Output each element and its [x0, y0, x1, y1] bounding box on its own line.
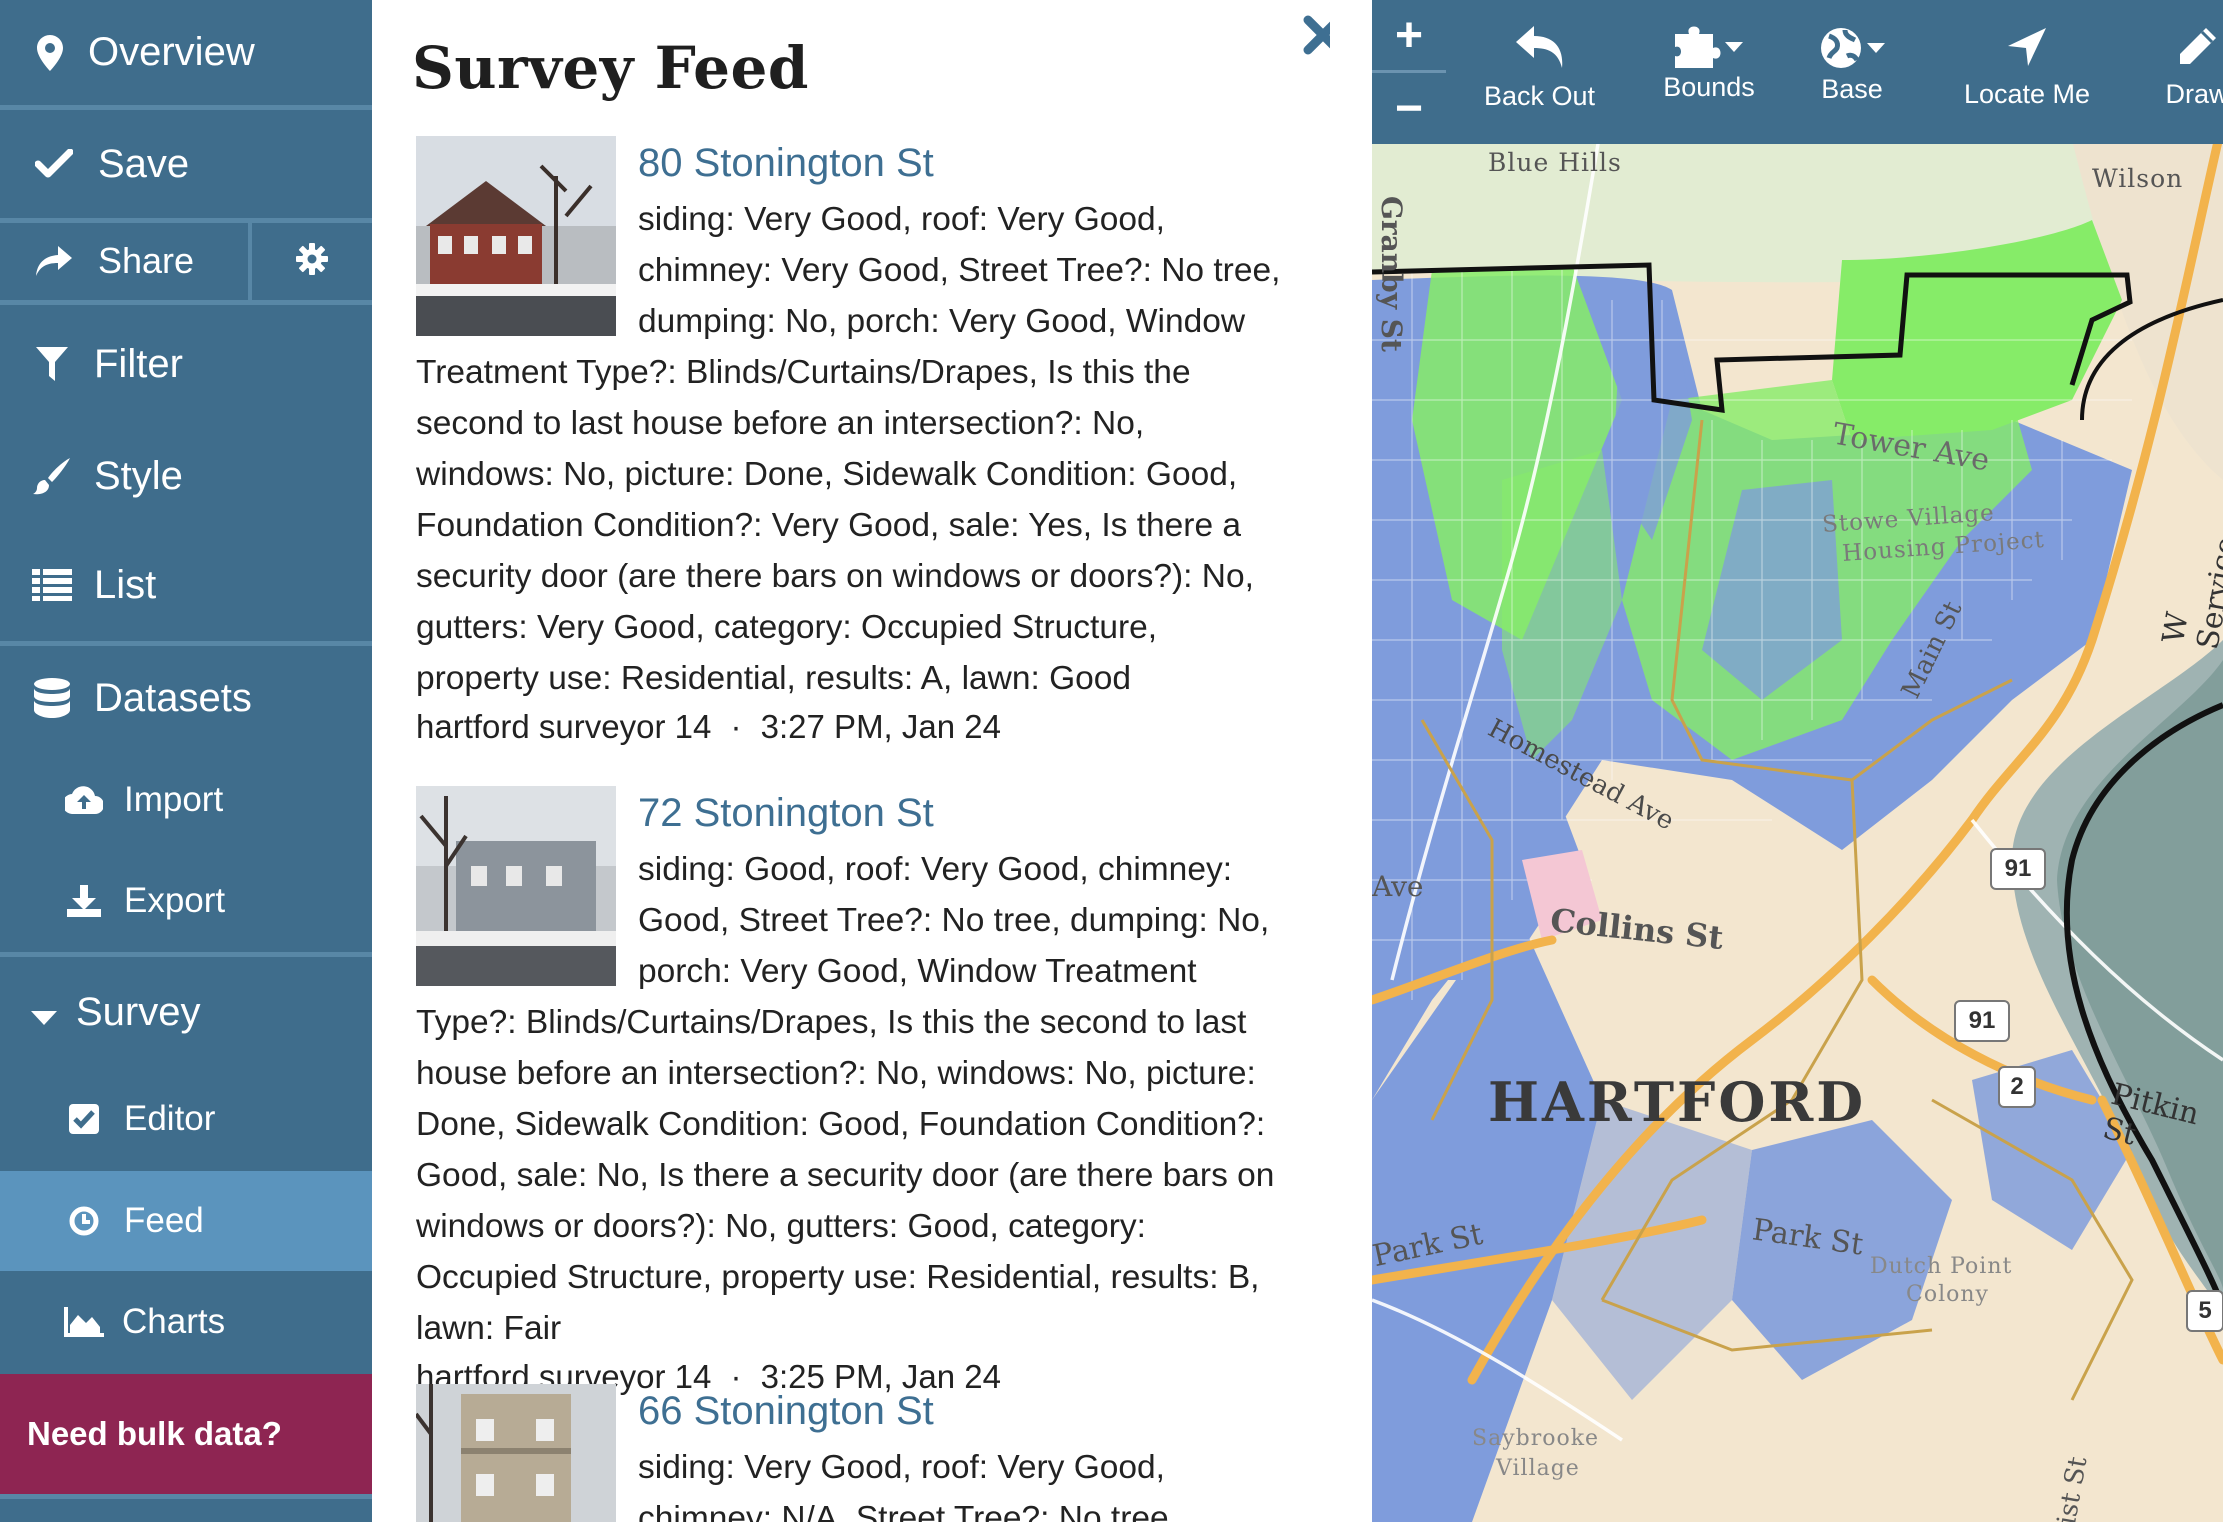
puzzle-piece-icon [1675, 26, 1743, 68]
zoom-control: + − [1372, 0, 1446, 144]
divider [0, 1494, 372, 1499]
toolbar-label: Draw [2165, 79, 2223, 109]
sidebar-item-label: Datasets [94, 675, 252, 720]
sidebar-item-overview[interactable]: Overview [0, 0, 372, 105]
bounds-button[interactable]: Bounds [1634, 0, 1784, 144]
survey-feed-panel: Survey Feed 80 Stonington St siding: Ver… [372, 0, 1330, 1522]
sidebar-item-editor[interactable]: Editor [0, 1067, 372, 1171]
toolbar-label: Back Out [1483, 81, 1596, 111]
share-settings-button[interactable] [248, 222, 372, 300]
feed-entry-surveyor: hartford surveyor 14 [416, 708, 712, 745]
sidebar-item-list[interactable]: List [0, 529, 372, 641]
checkbox-icon [64, 1099, 104, 1139]
feed-entry-time: 3:27 PM, Jan 24 [760, 708, 1001, 745]
locate-me-button[interactable]: Locate Me [1952, 0, 2102, 144]
page-title: Survey Feed [412, 34, 809, 102]
database-icon [32, 678, 72, 718]
map-toolbar: Back Out Bounds Base Locate Me Draw [1372, 0, 2223, 144]
share-arrow-icon [34, 241, 74, 281]
cloud-upload-icon [64, 780, 104, 820]
feed-entry-meta: hartford surveyor 14 · 3:27 PM, Jan 24 [416, 704, 1288, 750]
sidebar-item-label: Export [124, 881, 226, 920]
separator-dot: · [730, 708, 742, 745]
map-label: Wilson [2092, 164, 2184, 193]
base-layer-button[interactable]: Base [1792, 0, 1912, 144]
feed-entry: 66 Stonington St siding: Very Good, roof… [414, 1384, 1288, 1522]
sidebar-item-share[interactable]: Share [0, 222, 248, 300]
check-icon [34, 144, 74, 184]
feed-entry: 72 Stonington St siding: Good, roof: Ver… [416, 786, 1288, 1400]
sidebar-item-charts[interactable]: Charts [0, 1271, 372, 1373]
zoom-out-button[interactable]: − [1372, 73, 1446, 143]
download-icon [64, 881, 104, 921]
sidebar-item-save[interactable]: Save [0, 110, 372, 218]
map-label-city: HARTFORD [1488, 1070, 1867, 1134]
undo-arrow-icon [1514, 24, 1566, 77]
sidebar-item-survey[interactable]: Survey [0, 957, 372, 1067]
pencil-icon [2176, 26, 2218, 75]
map-label: Village [1496, 1456, 1580, 1481]
house-photo[interactable] [416, 786, 616, 986]
sidebar-item-label: Charts [122, 1302, 226, 1341]
toolbar-label: Base [1821, 74, 1883, 104]
sidebar-item-style[interactable]: Style [0, 423, 372, 529]
house-photo[interactable] [416, 136, 616, 336]
sidebar-item-label: Survey [76, 989, 201, 1034]
clock-icon [64, 1201, 104, 1241]
map-label: Colony [1906, 1282, 1989, 1307]
highway-shield: 91 [1954, 1000, 2010, 1042]
area-chart-icon [64, 1302, 104, 1342]
sidebar-item-label: Style [94, 453, 183, 498]
map-label: Dutch Point [1870, 1254, 2013, 1279]
sidebar-item-label: Overview [88, 30, 255, 74]
back-out-button[interactable]: Back Out [1462, 0, 1617, 144]
sidebar-item-filter[interactable]: Filter [0, 305, 372, 423]
map-label: Saybrooke [1472, 1426, 1600, 1451]
caret-down-icon [24, 992, 64, 1032]
sidebar-item-label: Filter [94, 341, 183, 386]
zoom-in-button[interactable]: + [1372, 0, 1446, 70]
sidebar: Overview Save Share Filter Style List Da… [0, 0, 372, 1522]
gear-icon [296, 242, 328, 280]
feed-entry: 80 Stonington St siding: Very Good, roof… [416, 136, 1288, 750]
sidebar-item-import[interactable]: Import [0, 750, 372, 850]
highway-shield: 5 [2186, 1290, 2223, 1332]
map-pin-icon [30, 33, 70, 73]
globe-icon [1819, 26, 1885, 70]
map-label: Granby St [1375, 196, 1408, 352]
highway-shield: 91 [1990, 848, 2046, 890]
sidebar-item-datasets[interactable]: Datasets [0, 646, 372, 750]
list-icon [32, 565, 72, 605]
toolbar-label: Bounds [1663, 72, 1755, 102]
bulk-data-button[interactable]: Need bulk data? [0, 1374, 372, 1494]
map-canvas[interactable]: Blue Hills Wilson Granby St Tower Ave St… [1372, 0, 2223, 1522]
sidebar-item-label: Share [98, 240, 195, 281]
sidebar-item-label: Save [98, 141, 190, 186]
bulk-data-label: Need bulk data? [27, 1415, 282, 1452]
close-icon[interactable] [1300, 12, 1330, 58]
toolbar-label: Locate Me [1963, 79, 2091, 109]
paintbrush-icon [32, 456, 72, 496]
map-label: Ave [1372, 870, 1424, 903]
highway-shield: 2 [1998, 1066, 2036, 1108]
draw-button[interactable]: Draw [2142, 0, 2223, 144]
house-photo[interactable] [414, 1384, 616, 1522]
sidebar-item-label: List [94, 562, 157, 607]
location-arrow-icon [2006, 26, 2048, 75]
sidebar-item-feed[interactable]: Feed [0, 1171, 372, 1271]
map-tiles [1372, 0, 2223, 1522]
map-label: Blue Hills [1488, 148, 1622, 177]
sidebar-item-label: Editor [124, 1099, 216, 1138]
filter-icon [32, 344, 72, 384]
sidebar-item-label: Import [124, 780, 224, 819]
sidebar-item-label: Feed [124, 1201, 204, 1240]
sidebar-item-export[interactable]: Export [0, 850, 372, 952]
